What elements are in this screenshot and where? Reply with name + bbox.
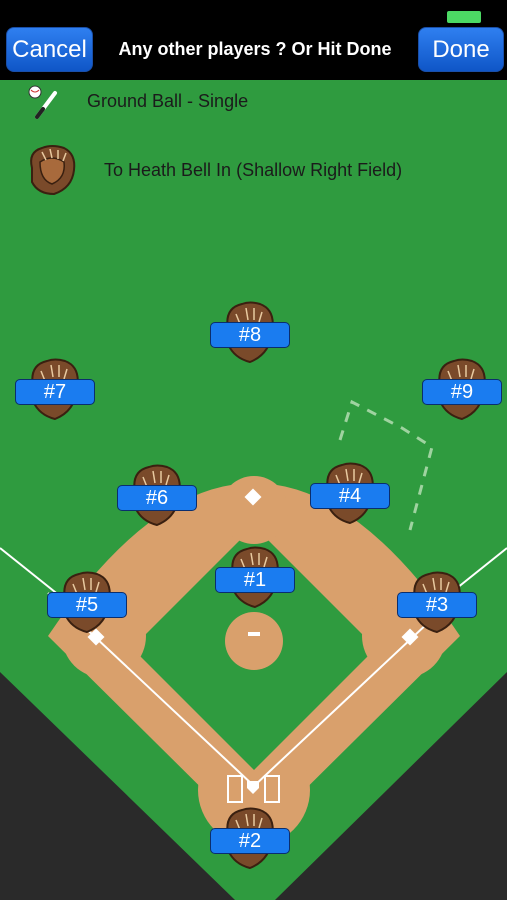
- fielder-position-2[interactable]: #2: [210, 806, 290, 876]
- page-title: Any other players ? Or Hit Done: [118, 39, 392, 59]
- navigation-bar: Cancel Any other players ? Or Hit Done D…: [0, 0, 507, 80]
- fielder-position-4[interactable]: #4: [310, 461, 390, 531]
- bat-ball-icon: [28, 85, 57, 119]
- cancel-button[interactable]: Cancel: [6, 27, 93, 72]
- fielder-position-7[interactable]: #7: [15, 357, 95, 427]
- fielder-position-8[interactable]: #8: [210, 300, 290, 370]
- fielder-text: To Heath Bell In (Shallow Right Field): [104, 160, 403, 180]
- position-label: #2: [210, 828, 290, 854]
- fielder-position-5[interactable]: #5: [47, 570, 127, 640]
- position-label: #5: [47, 592, 127, 618]
- position-label: #7: [15, 379, 95, 405]
- position-label: #8: [210, 322, 290, 348]
- position-label: #3: [397, 592, 477, 618]
- glove-icon: [30, 145, 76, 196]
- done-button[interactable]: Done: [418, 27, 504, 72]
- position-label: #9: [422, 379, 502, 405]
- battery-icon: [447, 11, 481, 23]
- baseball-field: [0, 0, 507, 900]
- position-label: #1: [215, 567, 295, 593]
- fielder-position-1[interactable]: #1: [215, 545, 295, 615]
- position-label: #6: [117, 485, 197, 511]
- fielder-position-9[interactable]: #9: [422, 357, 502, 427]
- pitchers-mound: [225, 612, 283, 670]
- position-label: #4: [310, 483, 390, 509]
- fielder-position-3[interactable]: #3: [397, 570, 477, 640]
- fielder-position-6[interactable]: #6: [117, 463, 197, 533]
- play-type-text: Ground Ball - Single: [87, 91, 249, 111]
